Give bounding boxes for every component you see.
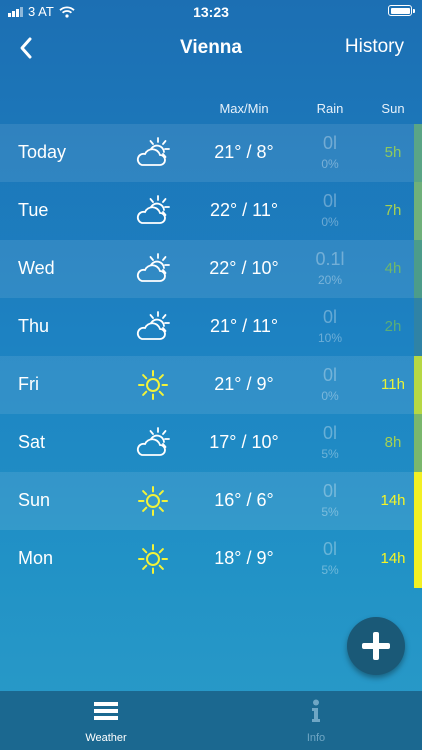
temperature-range: 22° / 11° [209, 200, 279, 220]
temperature-range: 22° / 10° [209, 258, 279, 278]
sun-hours: 14h [380, 550, 406, 567]
tab-bar: Weather Info [0, 691, 422, 750]
temperature-range: 21° / 11° [209, 316, 279, 336]
rain-amount: 0l [322, 423, 337, 443]
day-label: Fri [18, 374, 39, 394]
rain-amount: 0l [322, 365, 337, 385]
history-button[interactable]: History [345, 36, 404, 58]
sun-hours-bar [414, 414, 422, 472]
partly-cloudy-icon [134, 425, 172, 461]
sun-hours-bar [414, 530, 422, 588]
column-header-sun: Sun [381, 101, 405, 116]
partly-cloudy-icon [134, 309, 172, 345]
sun-hours-bar [414, 182, 422, 240]
temperature-range: 21° / 9° [214, 374, 274, 394]
tab-info-label: Info [306, 732, 326, 744]
sun-hours: 8h [384, 434, 402, 451]
status-time: 13:23 [193, 4, 229, 20]
sun-hours-bar [414, 124, 422, 182]
sun-hours-bar [414, 298, 422, 356]
sun-hours: 14h [380, 492, 406, 509]
list-icon [94, 702, 118, 720]
forecast-row[interactable]: Tue 22° / 11° 0l 0% 7h [0, 182, 422, 240]
forecast-row[interactable]: Sat 17° / 10° 0l 5% 8h [0, 414, 422, 472]
forecast-row[interactable]: Sun 16° / 6° 0l 5% 14h [0, 472, 422, 530]
day-label: Today [18, 142, 67, 162]
tab-weather-label: Weather [85, 732, 127, 744]
status-bar: 3 AT 13:23 [0, 0, 422, 24]
rain-amount: 0.1l [315, 249, 345, 269]
forecast-row[interactable]: Wed 22° / 10° 0.1l 20% 4h [0, 240, 422, 298]
tab-weather[interactable]: Weather [51, 691, 161, 750]
day-label: Sun [18, 490, 51, 510]
column-header-rain: Rain [316, 101, 344, 116]
rain-probability: 20% [317, 273, 343, 287]
rain-probability: 5% [321, 505, 339, 519]
rain-amount: 0l [322, 191, 337, 211]
forecast-row[interactable]: Today 21° / 8° 0l 0% 5h [0, 124, 422, 182]
sun-hours: 11h [381, 376, 405, 393]
add-button[interactable] [347, 617, 405, 675]
sun-hours: 5h [384, 144, 402, 161]
nav-bar: Vienna History [0, 32, 422, 64]
temperature-range: 21° / 8° [214, 142, 274, 162]
sun-icon [134, 483, 172, 519]
rain-probability: 10% [317, 331, 343, 345]
column-header-maxmin: Max/Min [219, 101, 269, 116]
sun-icon [134, 367, 172, 403]
tab-info[interactable]: Info [261, 691, 371, 750]
partly-cloudy-icon [134, 251, 172, 287]
day-label: Mon [18, 548, 54, 568]
day-label: Sat [18, 432, 46, 452]
rain-amount: 0l [322, 133, 337, 153]
partly-cloudy-icon [134, 135, 172, 171]
forecast-row[interactable]: Mon 18° / 9° 0l 5% 14h [0, 530, 422, 588]
rain-probability: 0% [321, 215, 339, 229]
day-label: Tue [18, 200, 49, 220]
day-label: Thu [18, 316, 50, 336]
sun-hours-bar [414, 240, 422, 298]
day-label: Wed [18, 258, 55, 278]
temperature-range: 18° / 9° [214, 548, 274, 568]
info-icon [312, 699, 320, 722]
temperature-range: 16° / 6° [214, 490, 274, 510]
forecast-row[interactable]: Thu 21° / 11° 0l 10% 2h [0, 298, 422, 356]
rain-probability: 5% [321, 447, 339, 461]
rain-amount: 0l [322, 307, 337, 327]
forecast-list: Today 21° / 8° 0l 0% 5h Tue 22° / 11° 0l 0% 7h Wed… [0, 124, 422, 588]
rain-probability: 0% [321, 157, 339, 171]
battery-icon [388, 5, 415, 16]
temperature-range: 17° / 10° [209, 432, 279, 452]
rain-probability: 5% [321, 563, 339, 577]
sun-hours-bar [414, 472, 422, 530]
sun-hours: 2h [384, 318, 402, 335]
forecast-row[interactable]: Fri 21° / 9° 0l 0% 11h [0, 356, 422, 414]
rain-probability: 0% [321, 389, 339, 403]
sun-hours-bar [414, 356, 422, 414]
sun-hours: 4h [384, 260, 402, 277]
sun-hours: 7h [384, 202, 402, 219]
rain-amount: 0l [322, 539, 337, 559]
sun-icon [134, 541, 172, 577]
rain-amount: 0l [322, 481, 337, 501]
partly-cloudy-icon [134, 193, 172, 229]
